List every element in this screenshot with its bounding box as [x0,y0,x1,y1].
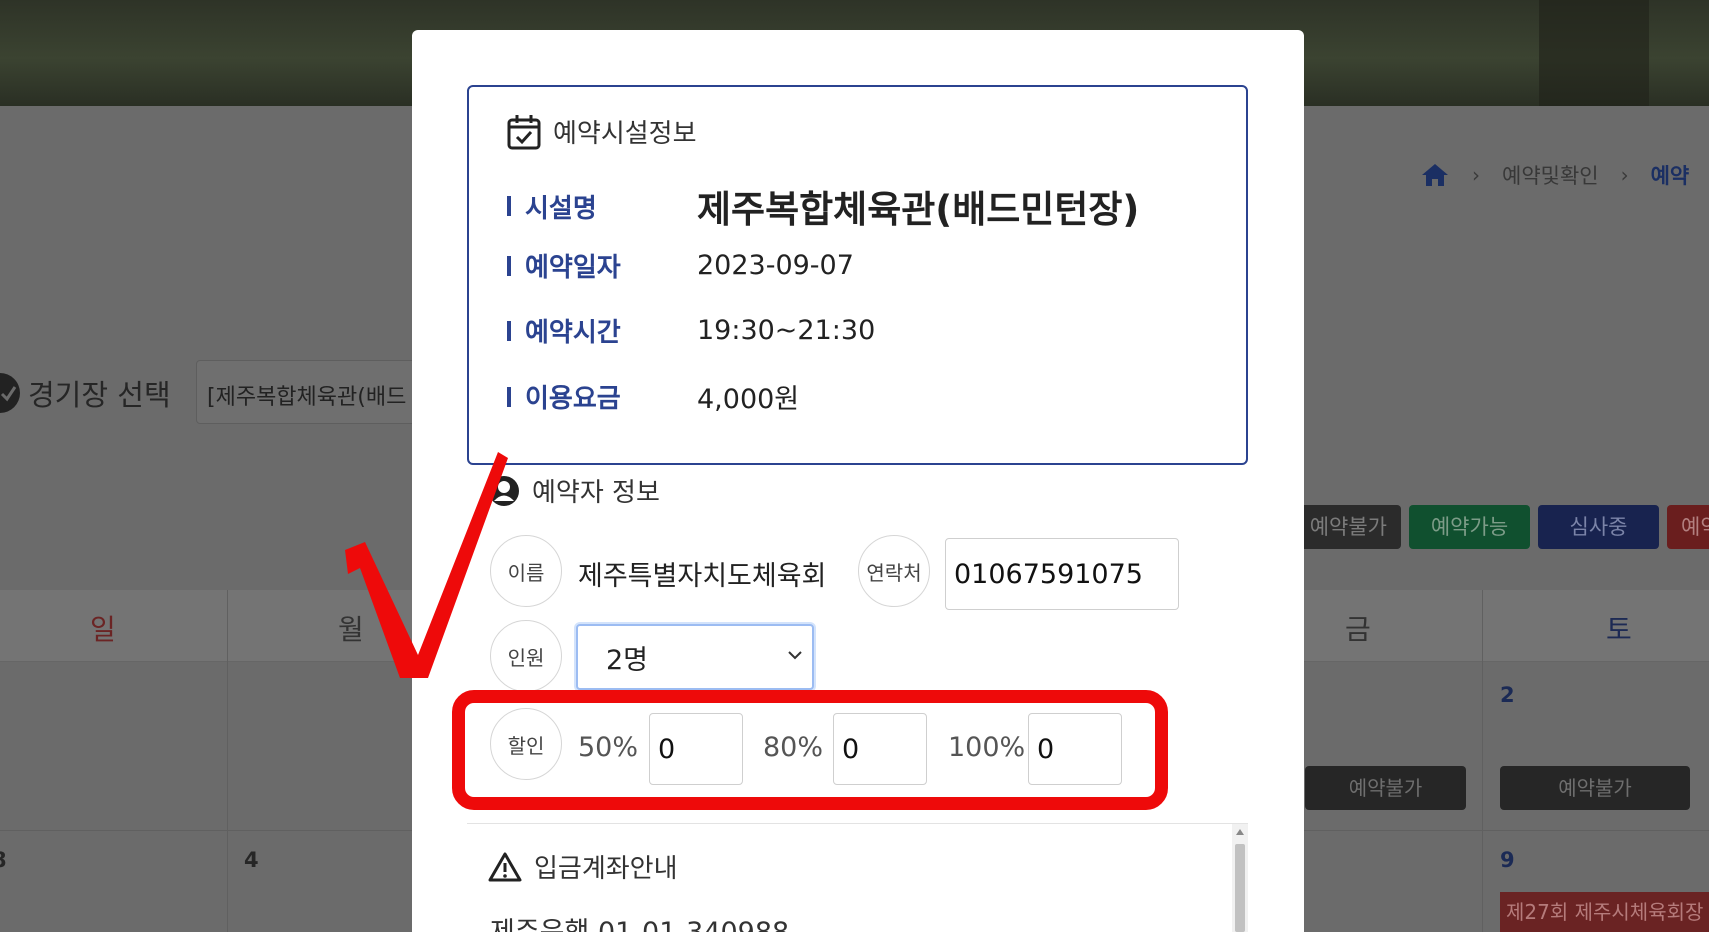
breadcrumb-item[interactable]: 예약및확인 [1502,160,1599,190]
calendar-date[interactable]: 4 [244,848,259,872]
day-sun: 일 [90,613,116,646]
row-marker [507,320,511,341]
facility-row: 시설명 제주복합체육관(배드민턴장) [507,179,1139,233]
booker-info-heading: 예약자 정보 [532,478,660,508]
red-highlight-box [452,690,1168,810]
reserve-time-label: 예약시간 [525,318,621,348]
legend-unavailable: 예약불가 [1290,505,1401,549]
breadcrumb-separator: › [1620,163,1629,187]
section-divider [467,823,1248,824]
facility-row: 예약시간 19:30~21:30 [507,312,875,349]
breadcrumb-current[interactable]: 예약 [1651,160,1690,190]
calendar-date[interactable]: 8 [0,848,7,872]
facility-row: 이용요금 4,000원 [507,377,799,416]
calendar-check-icon [507,114,541,149]
calendar-date[interactable]: 9 [1500,848,1515,872]
row-marker [507,255,511,276]
reserve-date-label: 예약일자 [525,253,621,283]
facility-info-box: 예약시설정보 시설명 제주복합체육관(배드민턴장) 예약일자 2023-09-0… [467,85,1248,465]
reserve-time-value: 19:30~21:30 [697,315,876,346]
venue-select-label: 경기장 선택 [0,372,171,414]
red-check-mark-annotation [345,452,508,678]
facility-info-heading: 예약시설정보 [553,119,697,149]
calendar-date[interactable]: 2 [1500,683,1515,707]
calendar-grid-line [227,590,228,932]
people-select-value: 2명 [606,644,649,676]
chevron-down-icon [788,651,802,660]
facility-name-label: 시설명 [525,193,597,224]
scrollbar[interactable] [1232,824,1248,932]
scrollbar-thumb[interactable] [1235,844,1245,932]
day-fri: 금 [1345,613,1371,646]
booker-info-title: 예약자 정보 [488,472,660,509]
people-select[interactable]: 2명 [576,624,814,690]
deposit-info-heading: 입금계좌안내 [534,854,678,884]
bank-account-text: 제주은행 01-01-340988 [490,910,789,932]
contact-label: 연락처 [858,535,930,607]
calendar-grid-line [1482,590,1483,932]
fee-value: 4,000원 [697,384,800,415]
warning-icon [488,852,522,881]
facility-name-value: 제주복합체육관(배드민턴장) [697,188,1140,231]
breadcrumb-separator: › [1472,163,1480,187]
check-circle-icon [0,373,20,413]
scroll-up-arrow[interactable] [1236,829,1244,835]
breadcrumb: › 예약및확인 › 예약 [1420,160,1689,190]
facility-info-title: 예약시설정보 [507,113,697,150]
day-sat: 토 [1606,613,1632,646]
row-marker [507,386,511,407]
unavailable-button[interactable]: 예약불가 [1305,766,1466,810]
legend-done: 예약완 [1667,505,1709,549]
legend-review: 심사중 [1538,505,1659,549]
unavailable-button[interactable]: 예약불가 [1500,766,1690,810]
reserve-date-value: 2023-09-07 [697,250,854,281]
venue-select-title: 경기장 선택 [28,378,171,412]
home-icon[interactable] [1420,162,1450,188]
contact-input[interactable] [945,538,1179,610]
facility-row: 예약일자 2023-09-07 [507,247,854,284]
calendar-event[interactable]: 제27회 제주시체육회장 [1500,892,1709,932]
legend-available: 예약가능 [1409,505,1530,549]
name-value: 제주특별자치도체육회 [578,561,827,592]
fee-label: 이용요금 [525,384,621,414]
deposit-info-title: 입금계좌안내 [488,848,678,885]
row-marker [507,196,511,216]
status-legend: 예약불가 예약가능 심사중 예약완 [1290,505,1709,549]
